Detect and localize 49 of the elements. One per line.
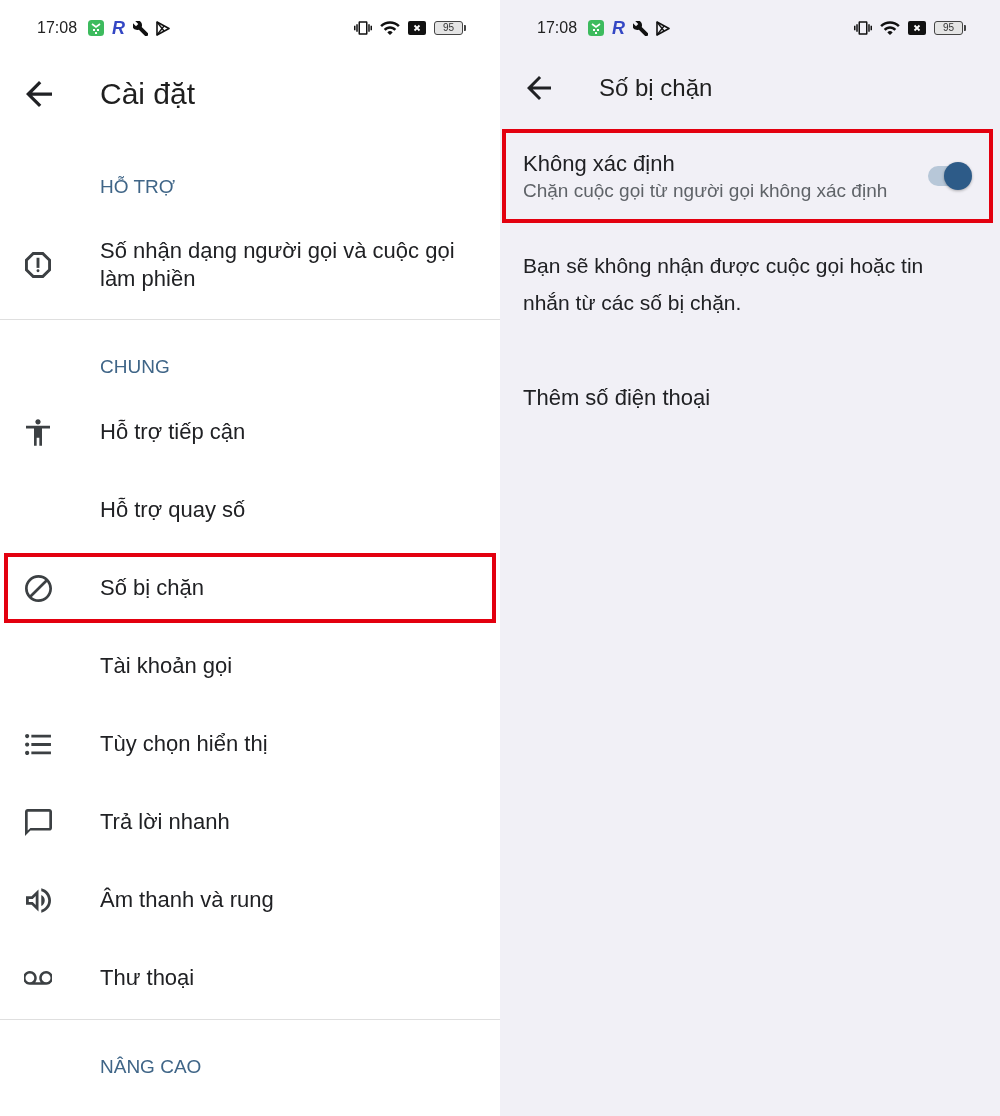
page-title: Cài đặt <box>100 76 196 112</box>
wifi-icon <box>880 20 900 36</box>
option-title: Không xác định <box>523 150 676 178</box>
message-icon <box>24 808 52 836</box>
battery-indicator: 95 <box>434 21 463 35</box>
no-sim-icon <box>408 21 426 35</box>
app-logo-letter: R <box>112 19 126 37</box>
vibrate-icon <box>354 21 372 35</box>
option-subtitle: Chặn cuộc gọi từ người gọi không xác định <box>523 179 889 203</box>
status-time: 17:08 <box>537 18 578 38</box>
wrench-icon <box>133 20 149 36</box>
settings-item[interactable]: Trả lời nhanh <box>4 787 496 857</box>
back-button[interactable] <box>26 81 52 107</box>
vibrate-icon <box>854 21 872 35</box>
back-button[interactable] <box>527 76 551 100</box>
play-triangle-icon <box>156 20 171 36</box>
status-time: 17:08 <box>37 18 78 38</box>
wifi-icon <box>380 20 400 36</box>
wrench-icon <box>633 20 649 36</box>
play-triangle-icon <box>656 20 671 36</box>
settings-item[interactable]: Số nhận dạng người gọi và cuộc gọi làm phiền <box>4 217 496 313</box>
settings-item[interactable]: Tùy chọn hiển thị <box>4 709 496 779</box>
add-number-item[interactable]: Thêm số điện thoại <box>523 379 711 416</box>
no-sim-icon <box>908 21 926 35</box>
block-icon <box>24 574 52 602</box>
back-arrow-icon <box>26 81 52 107</box>
section-heading: CHUNG <box>99 356 171 378</box>
settings-item[interactable]: Số bị chặn <box>4 553 496 623</box>
app-icon <box>588 20 605 36</box>
speaker-icon <box>25 887 51 913</box>
info-text: Bạn sẽ không nhận được cuộc gọi hoặc tin nhắn từ các số bị chặn. <box>523 253 925 316</box>
page-title: Số bị chặn <box>599 73 713 103</box>
toggle-switch[interactable] <box>928 162 972 190</box>
list-icon <box>25 733 51 755</box>
settings-item[interactable]: Hỗ trợ tiếp cận <box>4 397 496 467</box>
voicemail-icon <box>24 970 52 986</box>
alert-octagon-icon <box>25 252 51 278</box>
app-icon <box>88 20 105 36</box>
settings-item[interactable]: Âm thanh và rung <box>4 865 496 935</box>
settings-item[interactable]: Tài khoản gọi <box>4 631 496 701</box>
settings-item[interactable]: Thư thoại <box>4 943 496 1013</box>
accessibility-icon <box>26 418 50 446</box>
section-heading: NÂNG CAO <box>99 1056 203 1078</box>
battery-indicator: 95 <box>934 21 963 35</box>
setting-option-row[interactable]: Không xác định Chặn cuộc gọi từ người gọi không xác định <box>502 129 993 223</box>
app-logo-letter: R <box>612 19 626 37</box>
section-heading: HỖ TRỢ <box>99 176 177 198</box>
back-arrow-icon <box>527 76 551 100</box>
settings-item[interactable]: Hỗ trợ quay số <box>4 475 496 545</box>
